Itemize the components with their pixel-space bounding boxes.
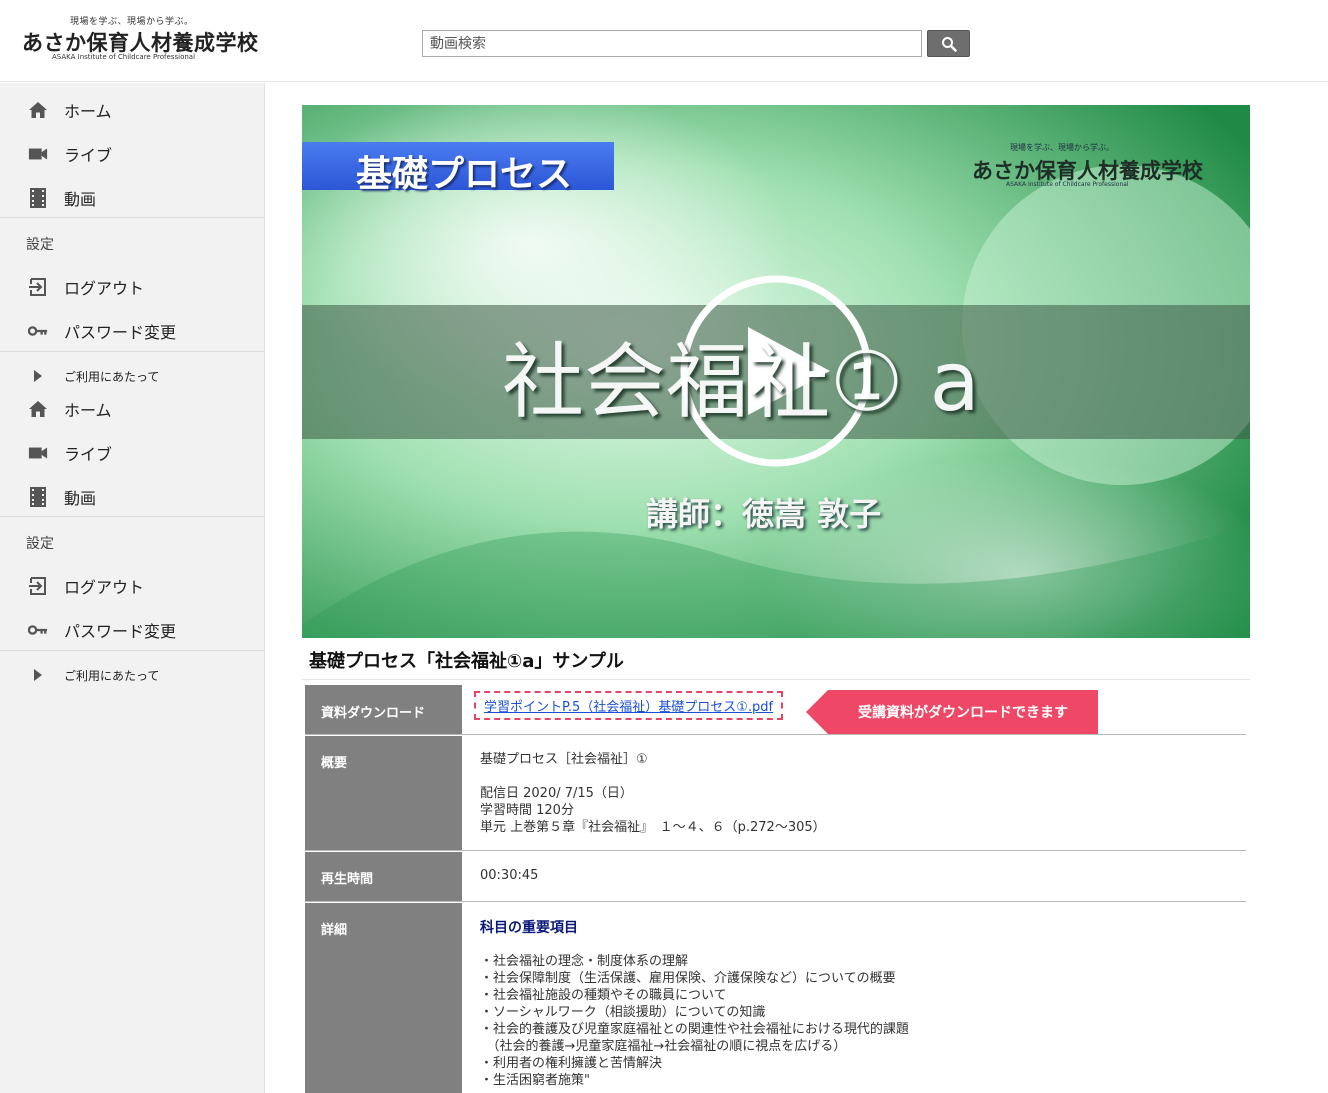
details-item: ・社会福祉の理念・制度体系の理解 bbox=[480, 954, 689, 969]
settings-section-title: 設定 bbox=[26, 536, 54, 552]
logo-subtitle: ASAKA Institute of Childcare Professiona… bbox=[52, 53, 196, 61]
row-value: 科目の重要項目 ・社会福祉の理念・制度体系の理解 ・社会保障制度（生活保護、雇用… bbox=[463, 903, 1246, 1093]
film-icon bbox=[28, 487, 48, 507]
video-camera-icon bbox=[28, 144, 48, 164]
video-banner-text: 基礎プロセス bbox=[356, 154, 573, 195]
row-label: 詳細 bbox=[305, 903, 462, 1093]
sidebar-item-videos[interactable]: 動画 bbox=[0, 477, 264, 517]
sidebar-item-label: ご利用にあたって bbox=[64, 668, 160, 683]
sidebar-item-label: ログアウト bbox=[64, 279, 145, 298]
info-row-duration: 再生時間 00:30:45 bbox=[305, 852, 1246, 902]
sidebar-item-password[interactable]: パスワード変更 bbox=[0, 311, 264, 351]
home-icon bbox=[28, 100, 48, 120]
info-row-overview: 概要 基礎プロセス［社会福祉］① 配信日 2020/ 7/15（日） 学習時間 … bbox=[305, 736, 1246, 851]
sidebar-item-home[interactable]: ホーム bbox=[0, 389, 264, 429]
settings-section-title: 設定 bbox=[26, 237, 54, 253]
sidebar-item-logout[interactable]: ログアウト bbox=[0, 267, 264, 307]
info-row-details: 詳細 科目の重要項目 ・社会福祉の理念・制度体系の理解 ・社会保障制度（生活保護… bbox=[305, 903, 1246, 1093]
video-player[interactable]: 基礎プロセス 現場を学ぶ、現場から学ぶ。 あさか保育人材養成学校 ASAKA I… bbox=[302, 105, 1250, 638]
sidebar-divider bbox=[0, 351, 264, 352]
home-icon bbox=[28, 399, 48, 419]
sidebar-item-label: ログアウト bbox=[64, 578, 145, 597]
details-heading: 科目の重要項目 bbox=[480, 920, 578, 936]
row-label: 概要 bbox=[305, 736, 462, 850]
sidebar-divider bbox=[0, 650, 264, 651]
video-title: 基礎プロセス「社会福祉①a」サンプル bbox=[309, 651, 624, 672]
film-icon bbox=[28, 188, 48, 208]
play-triangle-icon bbox=[28, 366, 48, 386]
video-camera-icon bbox=[28, 443, 48, 463]
download-badge-arrow bbox=[806, 690, 828, 734]
sidebar-item-label: 動画 bbox=[64, 489, 97, 508]
sidebar: ホーム ライブ 動画 設定 ログアウト パスワード変更 ご利用にあたって ホーム… bbox=[0, 83, 265, 1093]
details-item: ・生活困窮者施策" bbox=[480, 1073, 590, 1088]
title-divider bbox=[302, 679, 1250, 680]
video-school-subtitle: ASAKA Institute of Childcare Professiona… bbox=[1006, 181, 1129, 188]
sidebar-item-about[interactable]: ご利用にあたって bbox=[0, 655, 264, 695]
row-label: 再生時間 bbox=[305, 852, 462, 901]
sidebar-item-label: パスワード変更 bbox=[64, 323, 177, 342]
search-button[interactable] bbox=[927, 30, 970, 57]
video-main-caption: 社会福祉① a bbox=[502, 335, 980, 430]
sidebar-item-live[interactable]: ライブ bbox=[0, 433, 264, 473]
sidebar-item-live[interactable]: ライブ bbox=[0, 134, 264, 174]
logo-tagline: 現場を学ぶ、現場から学ぶ。 bbox=[70, 17, 194, 27]
overview-line: 配信日 2020/ 7/15（日） bbox=[480, 786, 633, 801]
sidebar-item-label: ライブ bbox=[64, 146, 113, 165]
sidebar-divider bbox=[0, 217, 264, 218]
sidebar-item-videos[interactable]: 動画 bbox=[0, 178, 264, 218]
video-lecturer: 講師：徳嵩 敦子 bbox=[646, 495, 882, 533]
details-item: ・利用者の権利擁護と苦情解決 bbox=[480, 1056, 663, 1071]
header: 現場を学ぶ、現場から学ぶ。 あさか保育人材養成学校 ASAKA Institut… bbox=[0, 0, 1328, 82]
details-item: ・社会保障制度（生活保護、雇用保険、介護保険など）についての概要 bbox=[480, 971, 896, 986]
sidebar-item-label: 動画 bbox=[64, 190, 97, 209]
play-triangle-icon bbox=[28, 665, 48, 685]
search-icon bbox=[941, 36, 957, 52]
sidebar-item-label: パスワード変更 bbox=[64, 622, 177, 641]
sidebar-divider bbox=[0, 516, 264, 517]
sidebar-item-home[interactable]: ホーム bbox=[0, 90, 264, 130]
logout-icon bbox=[28, 576, 48, 596]
details-item: （社会的養護→児童家庭福祉→社会福祉の順に視点を広げる） bbox=[480, 1039, 847, 1054]
overview-line: 単元 上巻第５章『社会福祉』 １〜４、６（p.272〜305） bbox=[480, 820, 826, 835]
sidebar-item-label: ホーム bbox=[64, 102, 112, 121]
download-badge: 受講資料がダウンロードできます bbox=[828, 690, 1098, 734]
sidebar-item-label: ライブ bbox=[64, 445, 113, 464]
details-item: ・ソーシャルワーク（相談援助）についての知識 bbox=[480, 1005, 766, 1020]
key-icon bbox=[28, 620, 48, 640]
search-input[interactable] bbox=[422, 30, 922, 57]
key-icon bbox=[28, 321, 48, 341]
logout-icon bbox=[28, 277, 48, 297]
sidebar-item-label: ご利用にあたって bbox=[64, 369, 160, 384]
row-value: 00:30:45 bbox=[463, 852, 1246, 901]
details-item: ・社会福祉施設の種類やその職員について bbox=[480, 988, 727, 1003]
details-item: ・社会的養護及び児童家庭福祉との関連性や社会福祉における現代的課題 bbox=[480, 1022, 909, 1037]
pdf-download-link[interactable]: 学習ポイントP.5（社会福祉）基礎プロセス①.pdf bbox=[474, 691, 784, 720]
video-school-tagline: 現場を学ぶ、現場から学ぶ。 bbox=[1010, 143, 1114, 152]
sidebar-item-password[interactable]: パスワード変更 bbox=[0, 610, 264, 650]
sidebar-item-label: ホーム bbox=[64, 401, 112, 420]
overview-line: 学習時間 120分 bbox=[480, 803, 574, 818]
sidebar-item-logout[interactable]: ログアウト bbox=[0, 566, 264, 606]
school-logo[interactable]: 現場を学ぶ、現場から学ぶ。 あさか保育人材養成学校 ASAKA Institut… bbox=[22, 14, 258, 64]
duration-value: 00:30:45 bbox=[480, 868, 539, 883]
info-row-download: 資料ダウンロード 学習ポイントP.5（社会福祉）基礎プロセス①.pdf bbox=[305, 685, 1246, 735]
row-label: 資料ダウンロード bbox=[305, 685, 462, 734]
details-list: ・社会福祉の理念・制度体系の理解 ・社会保障制度（生活保護、雇用保険、介護保険な… bbox=[480, 953, 1246, 1089]
row-value: 基礎プロセス［社会福祉］① 配信日 2020/ 7/15（日） 学習時間 120… bbox=[463, 736, 1246, 850]
overview-line: 基礎プロセス［社会福祉］① bbox=[480, 752, 648, 767]
